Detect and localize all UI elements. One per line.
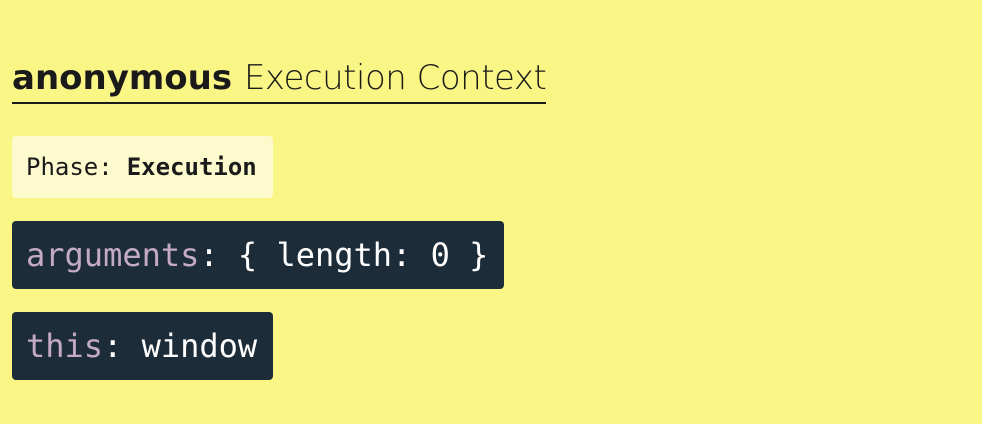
execution-context-panel: anonymous Execution Context Phase: Execu… <box>0 0 982 424</box>
phase-value: Execution <box>126 153 257 181</box>
variable-key: this <box>26 327 104 365</box>
phase-label: Phase: <box>26 153 113 181</box>
phase-indicator: Phase: Execution <box>12 136 273 198</box>
arguments-variable: arguments: { length: 0 } <box>12 221 505 289</box>
context-label: Execution Context <box>243 58 547 98</box>
variable-value: { length: 0 } <box>237 236 489 274</box>
execution-context-title: anonymous Execution Context <box>12 54 547 104</box>
this-variable: this: window <box>12 312 274 380</box>
variable-separator: : <box>103 327 123 365</box>
variable-key: arguments <box>26 236 200 274</box>
function-name: anonymous <box>12 58 233 98</box>
variable-separator: : <box>199 236 219 274</box>
variable-value: window <box>141 327 258 365</box>
